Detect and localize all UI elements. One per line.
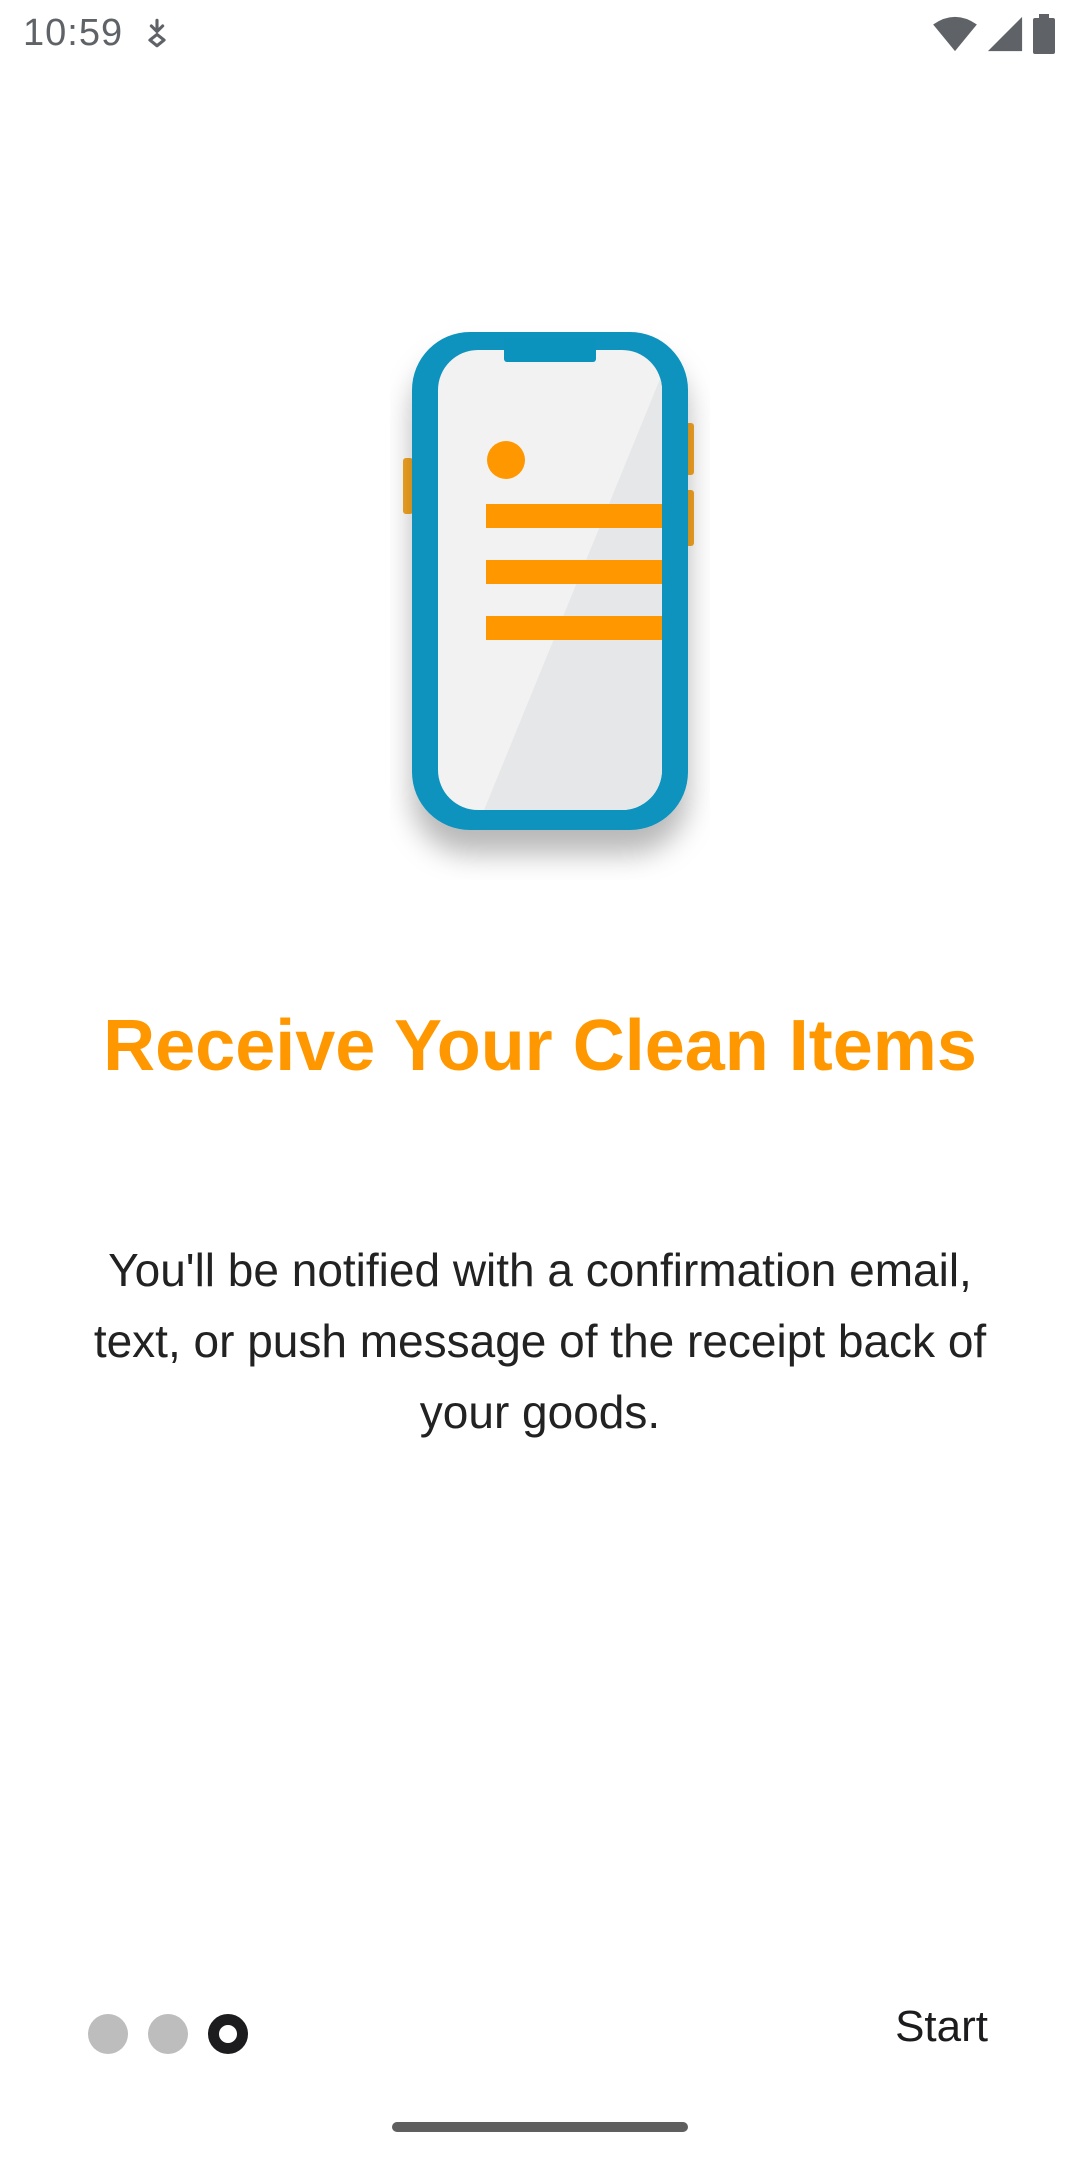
start-button[interactable]: Start: [891, 1996, 992, 2058]
home-gesture-handle[interactable]: [392, 2122, 688, 2132]
page-dot-2[interactable]: [148, 2014, 188, 2054]
onboarding-description: You'll be notified with a confirmation e…: [93, 1244, 987, 1438]
cell-signal-icon: [987, 16, 1023, 52]
page-indicator: [88, 2014, 248, 2054]
onboarding-title: Receive Your Clean Items: [103, 1006, 977, 1086]
phone-notification-illustration: [403, 332, 694, 830]
debug-icon: [148, 18, 166, 48]
status-icons: [932, 14, 1056, 54]
onboarding-screen: 10:59 Receive Your Clean Items You'll be…: [0, 0, 1080, 2160]
status-time: 10:59: [23, 12, 124, 54]
wifi-icon: [933, 16, 977, 52]
status-bar: 10:59: [0, 0, 1080, 70]
battery-icon: [1033, 14, 1055, 54]
page-dot-1[interactable]: [88, 2014, 128, 2054]
page-dot-3-active[interactable]: [208, 2014, 248, 2054]
